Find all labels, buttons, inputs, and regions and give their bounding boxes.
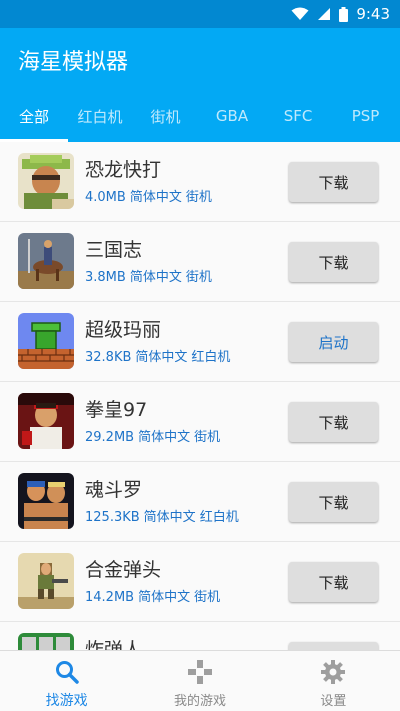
- download-button[interactable]: [289, 642, 378, 650]
- game-row[interactable]: 合金弹头 14.2MB 简体中文 街机 下载: [0, 542, 400, 622]
- super-mario-icon: [18, 313, 74, 369]
- nav-my-games[interactable]: 我的游戏: [133, 651, 266, 711]
- game-row[interactable]: 三国志 3.8MB 简体中文 街机 下载: [0, 222, 400, 302]
- game-language: 简体中文: [129, 270, 182, 285]
- wifi-icon: [291, 7, 309, 20]
- game-row[interactable]: 魂斗罗 125.3KB 简体中文 红白机 下载: [0, 462, 400, 542]
- game-size: 32.8KB: [85, 350, 132, 365]
- game-title: 恐龙快打: [85, 159, 162, 181]
- game-platform: 街机: [185, 190, 212, 205]
- game-list[interactable]: 恐龙快打 4.0MB 简体中文 街机 下载 三国志 3.8MB 简体中文 街机 下载: [0, 142, 400, 650]
- download-button[interactable]: 下载: [289, 562, 378, 602]
- game-row[interactable]: 超级玛丽 32.8KB 简体中文 红白机 启动: [0, 302, 400, 382]
- bomberman-icon: [18, 633, 74, 650]
- game-row[interactable]: 拳皇97 29.2MB 简体中文 街机 下载: [0, 382, 400, 462]
- game-size: 29.2MB: [85, 430, 135, 445]
- game-size: 3.8MB: [85, 270, 126, 285]
- kof97-icon: [18, 393, 74, 449]
- game-platform: 街机: [194, 590, 221, 605]
- category-tabs: 全部 红白机 街机 GBA SFC PSP: [0, 90, 400, 142]
- signal-icon: [318, 8, 331, 20]
- game-size: 125.3KB: [85, 510, 140, 525]
- gamepad-icon: [187, 660, 212, 684]
- game-title: 炸弹人: [85, 639, 143, 650]
- tab-all[interactable]: 全部: [0, 90, 68, 142]
- status-icons: 9:43: [291, 4, 390, 24]
- game-language: 简体中文: [143, 510, 196, 525]
- game-title: 超级玛丽: [85, 319, 162, 341]
- game-title: 合金弹头: [85, 559, 162, 581]
- app-title: 海星模拟器: [18, 50, 129, 75]
- game-title: 拳皇97: [85, 399, 148, 421]
- three-kingdoms-icon: [18, 233, 74, 289]
- download-button[interactable]: 下载: [289, 402, 378, 442]
- tab-arcade[interactable]: 街机: [132, 90, 199, 142]
- game-row[interactable]: 炸弹人: [0, 622, 400, 650]
- game-platform: 红白机: [199, 510, 239, 525]
- game-platform: 街机: [194, 430, 221, 445]
- game-meta: 3.8MB 简体中文 街机: [85, 266, 212, 285]
- nav-find-games[interactable]: 找游戏: [0, 651, 133, 711]
- metal-slug-icon: [18, 553, 74, 609]
- game-size: 14.2MB: [85, 590, 135, 605]
- battery-icon: [339, 6, 349, 22]
- tab-nes[interactable]: 红白机: [68, 90, 132, 142]
- game-meta: 125.3KB 简体中文 红白机: [85, 506, 239, 525]
- game-meta: 14.2MB 简体中文 街机: [85, 586, 220, 605]
- download-button[interactable]: 下载: [289, 162, 378, 202]
- game-meta: 32.8KB 简体中文 红白机: [85, 346, 230, 365]
- bottom-nav: 找游戏 我的游戏 设置: [0, 650, 400, 711]
- game-meta: 29.2MB 简体中文 街机: [85, 426, 220, 445]
- search-icon: [55, 661, 79, 684]
- app-bar: 海星模拟器 全部 红白机 街机 GBA SFC PSP: [0, 28, 400, 142]
- game-language: 简体中文: [138, 430, 191, 445]
- game-row[interactable]: 恐龙快打 4.0MB 简体中文 街机 下载: [0, 142, 400, 222]
- nav-settings[interactable]: 设置: [267, 651, 400, 711]
- download-button[interactable]: 下载: [289, 242, 378, 282]
- tab-sfc[interactable]: SFC: [265, 90, 331, 142]
- nav-label: 设置: [320, 694, 347, 709]
- game-platform: 街机: [185, 270, 212, 285]
- game-title: 三国志: [85, 239, 143, 261]
- game-platform: 红白机: [191, 350, 231, 365]
- tab-gba[interactable]: GBA: [199, 90, 265, 142]
- status-time: 9:43: [356, 5, 390, 23]
- download-button[interactable]: 下载: [289, 482, 378, 522]
- contra-icon: [18, 473, 74, 529]
- game-language: 简体中文: [135, 350, 188, 365]
- launch-button[interactable]: 启动: [289, 322, 378, 362]
- game-size: 4.0MB: [85, 190, 126, 205]
- status-bar: 9:43: [0, 0, 400, 28]
- gear-icon: [321, 660, 346, 684]
- nav-label: 找游戏: [45, 693, 88, 709]
- nav-label: 我的游戏: [173, 694, 226, 709]
- game-language: 简体中文: [129, 190, 182, 205]
- game-meta: 4.0MB 简体中文 街机: [85, 186, 212, 205]
- cadillacs-dinosaurs-icon: [18, 153, 74, 209]
- tab-psp[interactable]: PSP: [331, 90, 400, 142]
- game-title: 魂斗罗: [85, 479, 143, 501]
- game-language: 简体中文: [138, 590, 191, 605]
